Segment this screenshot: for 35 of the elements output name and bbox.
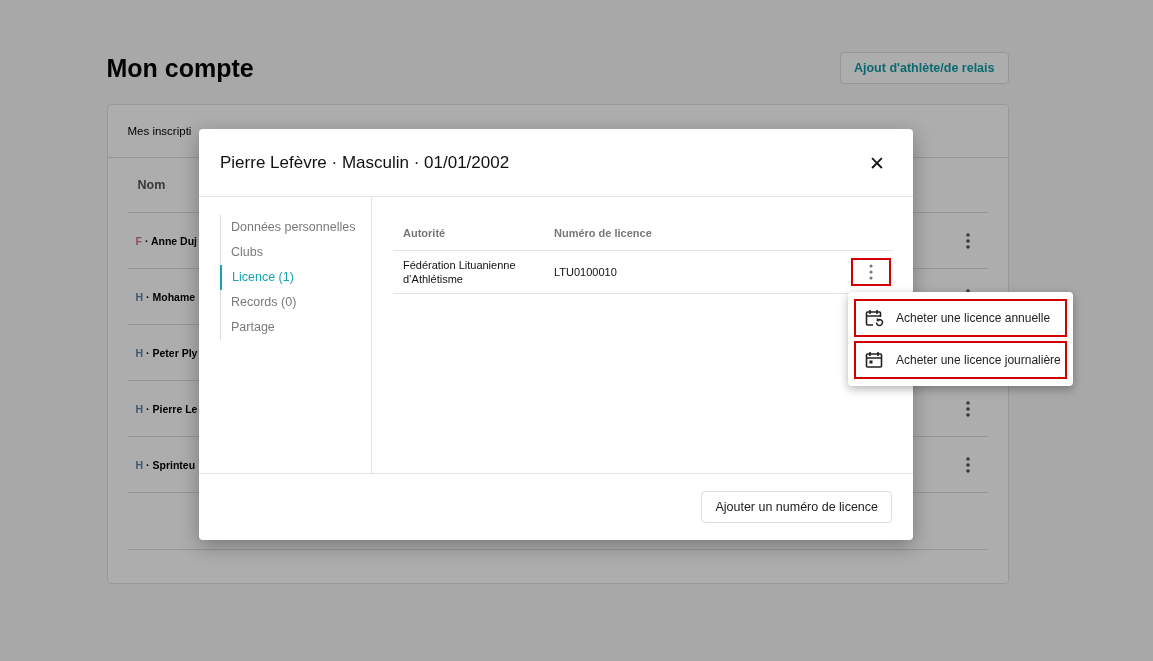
athlete-name: · Peter Ply [146,346,198,359]
menu-item[interactable]: Acheter une licence annuelle [854,299,1067,337]
table-cell-text: Fédération Lituanienne d’Athlétisme [403,258,517,286]
nav-item[interactable]: Données personnelles [220,215,371,240]
nav-item[interactable]: Clubs [220,240,371,265]
column-header: Autorité [403,226,447,239]
more-icon[interactable] [965,400,970,417]
column-header: Nom [137,178,166,192]
sex-label: H [135,290,144,303]
athlete-name: · Mohame [146,290,196,303]
nav-item[interactable]: Licence (1) [220,265,371,290]
athlete-name: · Anne Duj [144,234,198,247]
page-title: Mon compte [106,53,254,83]
nav-item[interactable]: Partage [220,315,371,340]
column-header: Numéro de licence [554,226,652,239]
more-icon[interactable] [965,456,970,473]
table-cell: LTU0100010 [554,266,617,278]
athlete-name: · Pierre Le [146,402,198,415]
more-icon[interactable] [965,232,970,249]
menu-item[interactable]: Acheter une licence journalière [854,341,1067,379]
more-icon [869,264,873,280]
dialog-title: Pierre Lefèvre · Masculin · 01/01/2002 [220,152,510,173]
calendar-repeat-icon [864,308,884,328]
close-button[interactable]: ✕ [865,151,889,174]
add-athlete-button[interactable]: Ajout d'athlète/de relais [840,52,1009,84]
sex-label: H [135,458,144,471]
more-button[interactable] [851,258,891,286]
add-licence-button[interactable]: Ajouter un numéro de licence [701,491,892,523]
sex-label: F [135,234,142,247]
sex-label: H [135,402,144,415]
calendar-icon [864,350,884,370]
tab-text[interactable]: Mes inscripti [127,125,192,137]
athlete-name: · Sprinteu [146,458,196,471]
sex-label: H [135,346,144,359]
nav-item[interactable]: Records (0) [220,290,371,315]
